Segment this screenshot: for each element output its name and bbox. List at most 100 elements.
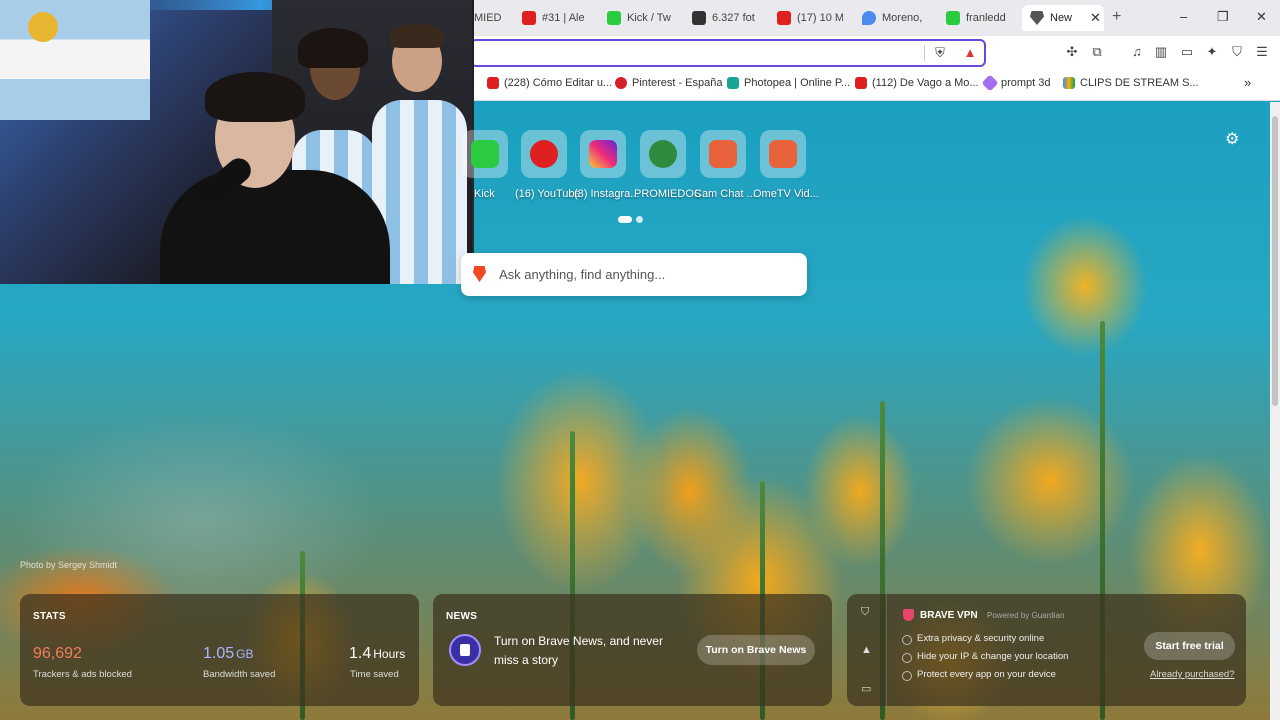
shortcut-instagram[interactable]: [580, 130, 626, 178]
wallet-icon[interactable]: ▭: [1179, 44, 1195, 60]
tab-label: Kick / Tw: [627, 12, 671, 24]
menu-icon[interactable]: ☰: [1254, 44, 1270, 60]
trackers-blocked-label: Trackers & ads blocked: [33, 669, 132, 680]
start-free-trial-button[interactable]: Start free trial: [1144, 632, 1235, 660]
bookmark-item[interactable]: CLIPS DE STREAM S...: [1063, 77, 1199, 89]
trackers-blocked-value: 96,692: [33, 645, 82, 662]
shield-icon[interactable]: ⛉: [861, 606, 869, 619]
browser-tab[interactable]: (17) 10 M: [777, 5, 843, 31]
media-icon[interactable]: ♫: [1129, 44, 1145, 60]
gear-icon[interactable]: ⚙: [1225, 129, 1239, 149]
shortcut-ometv[interactable]: [760, 130, 806, 178]
photopea-icon: [727, 77, 739, 89]
minimize-button[interactable]: –: [1180, 9, 1187, 24]
new-tab-button[interactable]: +: [1112, 8, 1121, 26]
webcam-overlay: [0, 0, 474, 284]
shortcut-label: Cam Chat ...: [694, 188, 756, 200]
shortcut-youtube[interactable]: [521, 130, 567, 178]
scrollbar[interactable]: [1270, 102, 1280, 720]
bookmark-item[interactable]: (112) De Vago a Mo...: [855, 77, 979, 89]
bandwidth-unit: GB: [236, 647, 254, 661]
brave-logo-icon: [473, 266, 486, 282]
sidebar-icon[interactable]: ▥: [1153, 44, 1169, 60]
tab-label: (17) 10 M: [797, 12, 843, 24]
already-purchased-link[interactable]: Already purchased?: [1150, 669, 1235, 680]
bookmark-label: CLIPS DE STREAM S...: [1080, 77, 1199, 89]
shortcut-label: OmeTV Vid...: [753, 188, 819, 200]
bookmark-item[interactable]: prompt 3d: [981, 74, 1051, 92]
search-box[interactable]: [461, 253, 807, 296]
vpn-icon[interactable]: ⛉: [1229, 44, 1245, 60]
divider: [924, 45, 925, 61]
browser-tab[interactable]: 6.327 fot: [692, 5, 758, 31]
bookmark-item[interactable]: (228) Cómo Editar u...: [487, 77, 612, 89]
rewards-icon[interactable]: ▲: [861, 644, 872, 656]
bookmark-label: Photopea | Online P...: [744, 77, 851, 89]
extensions-icon[interactable]: ✣: [1064, 44, 1080, 60]
bookmark-item[interactable]: Photopea | Online P...: [727, 77, 850, 89]
news-icon: [449, 634, 481, 666]
tab-label: #31 | Ale: [542, 12, 585, 24]
browser-tab[interactable]: Kick / Tw: [607, 5, 671, 31]
bookmark-item[interactable]: Pinterest - España: [615, 77, 723, 89]
shortcut-label: (3) Instagra...: [574, 188, 640, 200]
vpn-feature: Hide your IP & change your location: [901, 651, 1069, 663]
news-title: NEWS: [446, 611, 478, 622]
vpn-powered-by: Powered by Guardian: [987, 611, 1064, 620]
browser-tab[interactable]: #31 | Ale: [522, 5, 588, 31]
sparkle-icon: [981, 74, 999, 92]
youtube-icon: [530, 140, 558, 168]
youtube-icon: [777, 11, 791, 25]
tab-label: MIED: [474, 12, 502, 24]
browser-tab-active[interactable]: New ✕: [1022, 5, 1104, 31]
browser-tab[interactable]: Moreno,: [862, 5, 928, 31]
camera-icon[interactable]: ▭: [861, 682, 871, 695]
pinterest-icon: [615, 77, 627, 89]
close-window-button[interactable]: ✕: [1256, 9, 1267, 25]
page-dot[interactable]: [636, 216, 643, 223]
vpn-title: BRAVE VPN: [920, 610, 978, 621]
restore-button[interactable]: ❐: [1217, 9, 1229, 25]
kick-icon: [607, 11, 621, 25]
brave-rewards-icon[interactable]: ▲: [962, 45, 978, 61]
page-dot-active[interactable]: [618, 216, 632, 223]
scrollbar-thumb[interactable]: [1272, 116, 1278, 406]
bandwidth-saved-value: 1.05 GB: [203, 645, 253, 663]
browser-tab[interactable]: franledd: [946, 5, 1012, 31]
stats-widget: STATS 96,692 Trackers & ads blocked 1.05…: [20, 594, 419, 706]
news-prompt-text: Turn on Brave News, and never miss a sto…: [494, 634, 663, 667]
leo-ai-icon[interactable]: ✦: [1204, 44, 1220, 60]
photo-site-icon: [692, 11, 706, 25]
kick-icon: [471, 140, 499, 168]
browser-tab[interactable]: MIED: [474, 5, 508, 31]
tv-icon: [709, 140, 737, 168]
address-bar[interactable]: ⛨ ▲: [470, 39, 986, 67]
turn-on-brave-news-button[interactable]: Turn on Brave News: [697, 635, 815, 665]
youtube-icon: [855, 77, 867, 89]
bandwidth-saved-label: Bandwidth saved: [203, 669, 276, 680]
streamer-person: [160, 170, 390, 284]
search-input[interactable]: [499, 267, 789, 282]
google-drive-icon: [1063, 77, 1075, 89]
bandwidth-number: 1.05: [203, 645, 235, 662]
youtube-icon: [522, 11, 536, 25]
shortcut-cam-chat[interactable]: [700, 130, 746, 178]
soccer-ball-icon: [649, 140, 677, 168]
shortcut-label: PROMIEDOS: [634, 188, 702, 200]
screenshot-icon[interactable]: ⧉: [1089, 44, 1105, 60]
vpn-logo-icon: [903, 609, 914, 621]
time-saved-label: Time saved: [350, 669, 399, 680]
time-unit: Hours: [373, 647, 406, 661]
shortcut-promiedos[interactable]: [640, 130, 686, 178]
close-tab-icon[interactable]: ✕: [1090, 10, 1101, 26]
bookmarks-overflow-button[interactable]: »: [1244, 75, 1251, 90]
tv-icon: [769, 140, 797, 168]
tab-label: 6.327 fot: [712, 12, 755, 24]
brave-shields-icon[interactable]: ⛨: [932, 45, 948, 61]
instagram-icon: [589, 140, 617, 168]
stats-title: STATS: [33, 611, 66, 622]
shortcut-label: Kick: [474, 188, 495, 200]
bookmark-label: (228) Cómo Editar u...: [504, 77, 613, 89]
bookmark-label: (112) De Vago a Mo...: [872, 77, 979, 89]
shortcut-kick[interactable]: [462, 130, 508, 178]
